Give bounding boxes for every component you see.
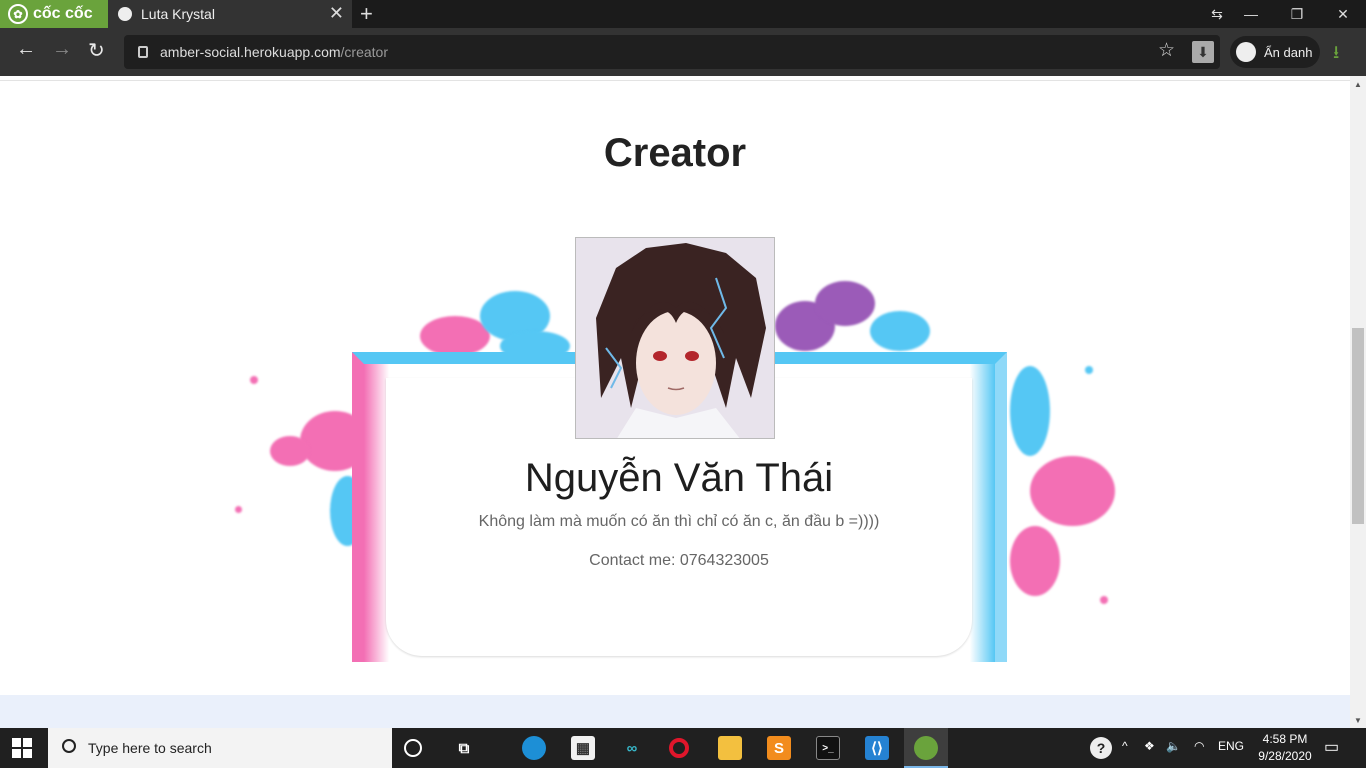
notifications-icon[interactable]: ▭	[1324, 737, 1339, 757]
creator-avatar	[575, 237, 775, 439]
page-title: Creator	[603, 131, 747, 175]
coccoc-taskbar-button[interactable]	[904, 728, 948, 768]
arduino-icon[interactable]: ∞	[620, 736, 644, 760]
help-icon[interactable]: ?	[1090, 737, 1112, 759]
wifi-icon[interactable]: ◠	[1194, 739, 1204, 753]
volume-icon[interactable]: 🔈	[1166, 739, 1181, 753]
show-hidden-icons[interactable]: ^	[1122, 739, 1128, 753]
forward-button[interactable]: →	[52, 38, 72, 61]
scrollbar-thumb[interactable]	[1352, 328, 1364, 524]
downloads-icon[interactable]: ⭳	[1333, 40, 1339, 70]
scroll-up-icon[interactable]: ▲	[1354, 80, 1362, 89]
active-tab[interactable]: Luta Krystal ✕	[108, 0, 352, 28]
lock-icon	[138, 46, 148, 58]
browser-toolbar: ← → ↻ amber-social.herokuapp.com/creator…	[0, 28, 1366, 76]
new-tab-button[interactable]: +	[360, 1, 373, 27]
bookmark-star-icon[interactable]: ☆	[1158, 39, 1175, 62]
creator-name: Nguyễn Văn Thái	[524, 456, 834, 500]
back-button[interactable]: ←	[16, 38, 36, 61]
avatar-illustration	[576, 238, 774, 438]
clock-date: 9/28/2020	[1258, 749, 1312, 763]
coccoc-leaf-icon: ✿	[8, 4, 28, 24]
coccoc-app-icon	[914, 736, 938, 760]
close-tab-icon[interactable]: ✕	[329, 3, 344, 24]
store-icon[interactable]: ▦	[571, 736, 595, 760]
footer-band	[0, 695, 1350, 728]
dropbox-icon[interactable]: ❖	[1144, 739, 1155, 753]
file-explorer-icon[interactable]	[718, 736, 742, 760]
incognito-icon	[1236, 42, 1256, 62]
page-scrollbar[interactable]: ▲ ▼	[1350, 76, 1366, 728]
edge-icon[interactable]	[522, 736, 546, 760]
creator-quote: Không làm mà muốn có ăn thì chỉ có ăn c,…	[478, 513, 880, 530]
reload-button[interactable]: ↻	[88, 38, 105, 63]
opera-icon[interactable]	[669, 738, 689, 758]
header-divider	[0, 80, 1350, 81]
url-host: amber-social.herokuapp.com	[160, 44, 341, 60]
close-window-button[interactable]: ✕	[1320, 0, 1366, 28]
creator-contact: Contact me: 0764323005	[589, 552, 769, 569]
tab-title: Luta Krystal	[141, 6, 215, 22]
terminal-icon[interactable]: >_	[816, 736, 840, 760]
incognito-badge[interactable]: Ẩn danh	[1230, 36, 1320, 68]
search-icon	[62, 739, 76, 753]
taskbar-search-box[interactable]: Type here to search	[48, 728, 392, 768]
clock-time: 4:58 PM	[1262, 732, 1308, 746]
system-clock[interactable]: 4:58 PM 9/28/2020	[1250, 731, 1320, 765]
browser-tab-strip: ✿ cốc cốc Luta Krystal ✕ + ⇆ — ❐ ✕	[0, 0, 1366, 28]
brand-label: cốc cốc	[33, 5, 93, 22]
taskbar-search-placeholder: Type here to search	[88, 740, 212, 756]
coccoc-logo[interactable]: ✿ cốc cốc	[0, 0, 108, 28]
globe-icon	[118, 7, 132, 21]
windows-start-button[interactable]	[12, 738, 34, 758]
scroll-down-icon[interactable]: ▼	[1354, 716, 1362, 725]
language-indicator[interactable]: ENG	[1218, 739, 1244, 753]
incognito-label: Ẩn danh	[1264, 44, 1313, 60]
restore-button[interactable]: ❐	[1274, 0, 1320, 28]
address-bar[interactable]: amber-social.herokuapp.com/creator	[124, 35, 1220, 69]
task-view-icon[interactable]: ⧉	[452, 736, 476, 760]
sublime-text-icon[interactable]: S	[767, 736, 791, 760]
cortana-icon[interactable]	[404, 739, 422, 757]
vscode-icon[interactable]: ⟨⟩	[865, 736, 889, 760]
url-path: /creator	[340, 44, 388, 60]
download-video-icon[interactable]: ⬇	[1192, 41, 1214, 63]
minimize-button[interactable]: —	[1228, 0, 1274, 28]
page-viewport: Creator Nguyễn Văn Thái Không làm mà muố…	[0, 76, 1350, 728]
windows-taskbar: Type here to search ⧉ ▦ ∞ S >_ ⟨⟩ ? ^ ❖ …	[0, 728, 1366, 768]
